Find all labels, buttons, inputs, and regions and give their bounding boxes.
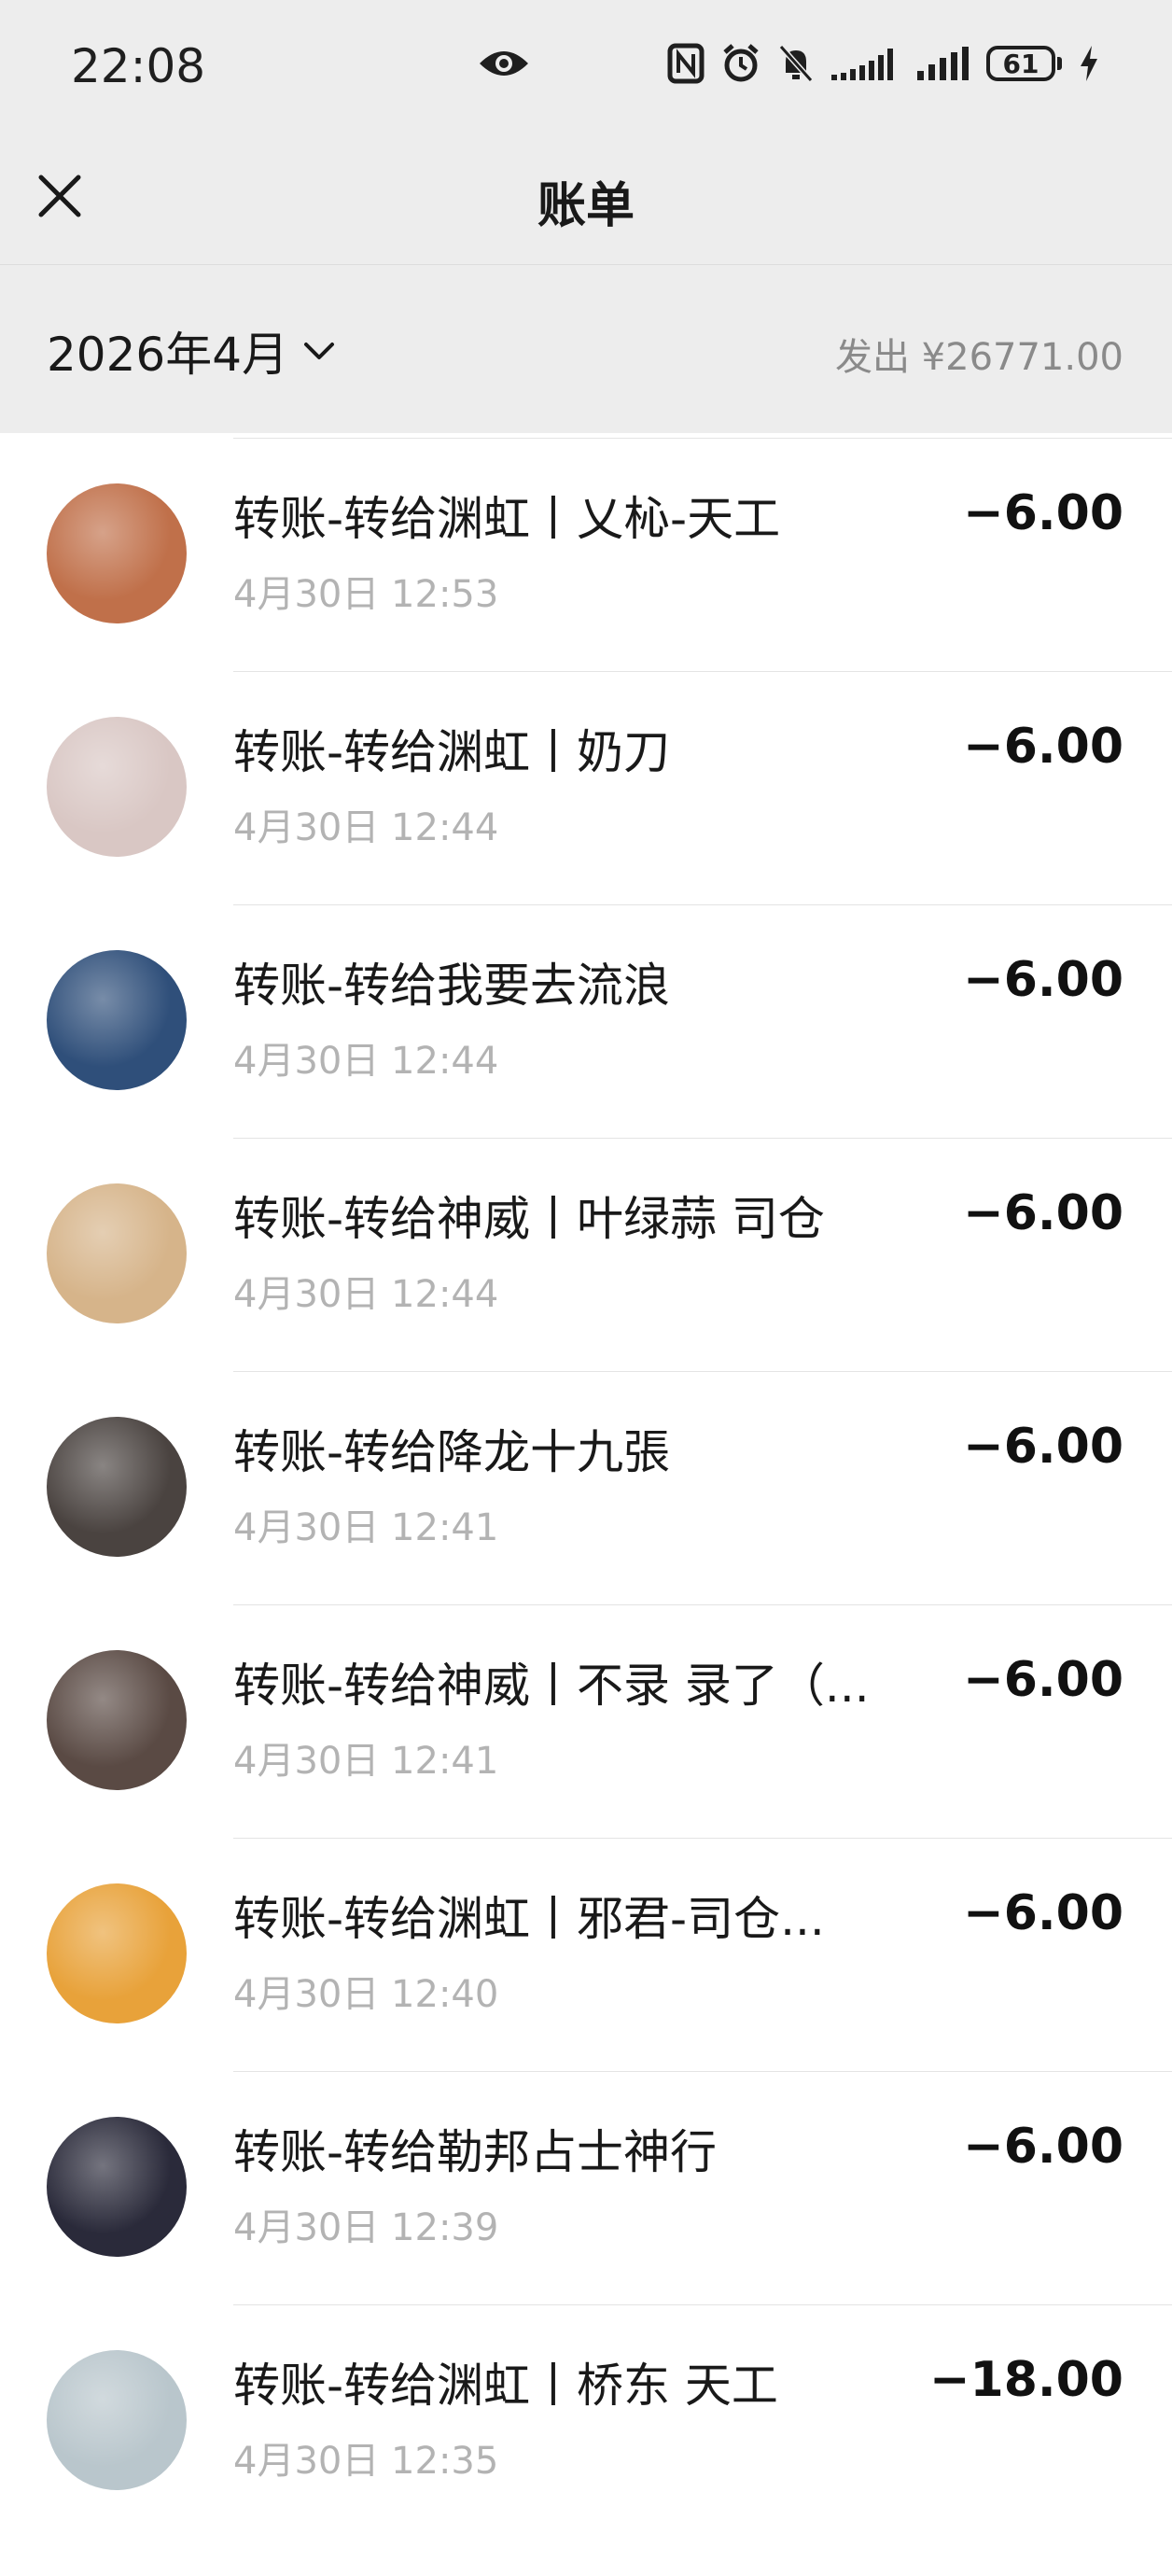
row-divider [233,2071,1172,2072]
transaction-list: 转账-转给渊虹丨乂杺-天工 4月30日 12:53 −6.00 转账-转给渊虹丨… [0,433,1172,2576]
avatar [47,717,187,857]
alarm-icon [723,44,759,82]
transaction-title: 转账-转给渊虹丨奶刀 [233,725,671,779]
avatar [47,1183,187,1323]
filter-bar: 2026年4月 发出 ¥26771.00 [0,265,1172,433]
transaction-amount: −6.00 [963,1185,1123,1241]
row-divider [233,904,1172,905]
bell-off-icon [778,45,814,82]
row-divider [233,438,1172,439]
transaction-time: 4月30日 12:40 [233,1973,499,2016]
transaction-time: 4月30日 12:44 [233,806,499,849]
transaction-row[interactable]: 转账-转给神威丨叶绿蒜 司仓 4月30日 12:44 −6.00 [0,1133,1172,1366]
nfc-icon [667,43,705,84]
status-bar: 22:08 61 [0,0,1172,131]
transaction-title: 转账-转给神威丨叶绿蒜 司仓 [233,1192,825,1246]
transaction-amount: −6.00 [963,952,1123,1008]
eye-icon [480,51,528,76]
avatar [47,483,187,623]
status-icons: 61 [667,43,1099,84]
avatar [47,1883,187,2023]
transaction-amount: −6.00 [963,2119,1123,2175]
transaction-title: 转账-转给渊虹丨桥东 天工 [233,2359,778,2413]
transaction-amount: −6.00 [963,1885,1123,1941]
transaction-time: 4月30日 12:44 [233,1040,499,1083]
transaction-row[interactable]: 转账-转给神威丨不录 录了（... 4月30日 12:41 −6.00 [0,1600,1172,1833]
transaction-row[interactable]: 转账-转给我要去流浪 4月30日 12:44 −6.00 [0,900,1172,1133]
battery-level: 61 [986,46,1055,81]
transaction-time: 4月30日 12:41 [233,1740,499,1783]
row-divider [233,1604,1172,1605]
transaction-title: 转账-转给渊虹丨邪君-司仓... [233,1892,825,1946]
avatar [47,2350,187,2490]
transaction-time: 4月30日 12:53 [233,573,499,616]
status-time: 22:08 [71,39,206,93]
transaction-amount: −6.00 [963,1419,1123,1475]
avatar [47,950,187,1090]
transaction-row[interactable]: 转账-转给勒邦占士神行 4月30日 12:39 −6.00 [0,2066,1172,2300]
transaction-row[interactable]: 转账-转给渊虹丨乂杺-天工 4月30日 12:53 −6.00 [0,433,1172,666]
month-selector[interactable]: 2026年4月 [47,317,335,385]
transaction-title: 转账-转给勒邦占士神行 [233,2125,718,2179]
row-divider [233,1838,1172,1839]
transaction-amount: −18.00 [928,2352,1123,2408]
transaction-time: 4月30日 12:35 [233,2440,499,2483]
month-label: 2026年4月 [47,328,289,382]
avatar [47,2117,187,2257]
charging-icon [1081,46,1097,81]
transaction-time: 4月30日 12:44 [233,1273,499,1316]
avatar [47,1417,187,1557]
chevron-down-icon [304,343,335,359]
transaction-time: 4月30日 12:39 [233,2206,499,2249]
transaction-time: 4月30日 12:41 [233,1506,499,1549]
transaction-amount: −6.00 [963,485,1123,541]
transaction-row[interactable]: 转账-转给渊虹丨邪君-司仓... 4月30日 12:40 −6.00 [0,1833,1172,2066]
transaction-title: 转账-转给降龙十九張 [233,1425,671,1479]
transaction-amount: −6.00 [963,719,1123,775]
signal-icon-1 [831,49,893,80]
transaction-title: 转账-转给神威丨不录 录了（... [233,1659,870,1713]
nav-bar: 账单 [0,131,1172,265]
expense-summary: 发出 ¥26771.00 [834,336,1123,379]
transaction-row[interactable]: 转账-转给降龙十九張 4月30日 12:41 −6.00 [0,1366,1172,1600]
transaction-title: 转账-转给我要去流浪 [233,959,671,1013]
row-divider [233,1371,1172,1372]
row-divider [233,1138,1172,1139]
page-title: 账单 [537,178,635,234]
battery-indicator: 61 [986,46,1062,81]
avatar [47,1650,187,1790]
transaction-amount: −6.00 [963,1652,1123,1708]
transaction-row[interactable]: 转账-转给渊虹丨桥东 天工 4月30日 12:35 −18.00 [0,2300,1172,2533]
transaction-title: 转账-转给渊虹丨乂杺-天工 [233,492,781,546]
row-divider [233,671,1172,672]
row-divider [233,2304,1172,2305]
signal-icon-2 [917,47,969,80]
transaction-row[interactable]: 转账-转给渊虹丨奶刀 4月30日 12:44 −6.00 [0,666,1172,900]
